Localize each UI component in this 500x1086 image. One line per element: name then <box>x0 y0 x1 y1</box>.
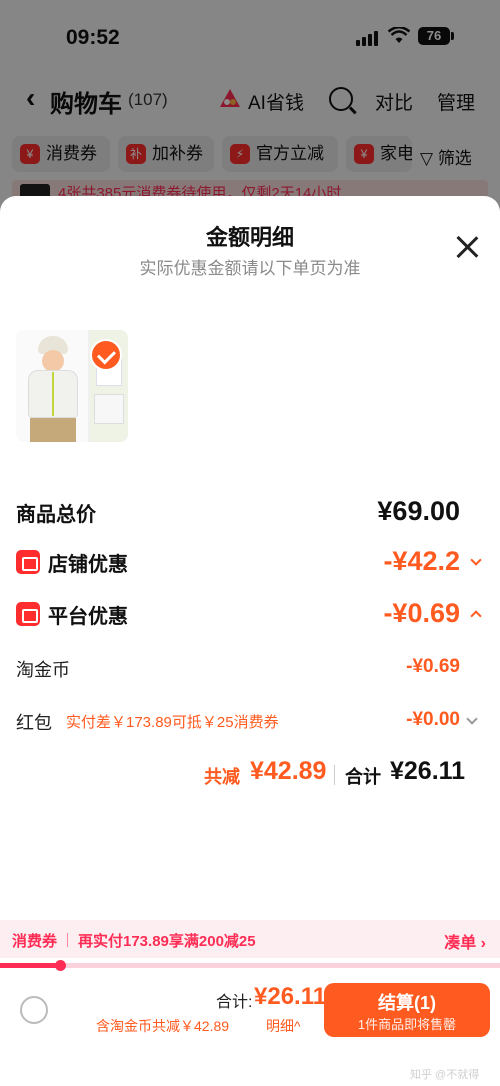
bottom-total-label: 合计: <box>216 994 253 1011</box>
shop-discount-label: 店铺优惠 <box>48 554 128 576</box>
checkout-label: 结算(1) <box>378 993 436 1013</box>
saved-label: 共减 <box>204 767 240 787</box>
coupon-text: 再实付173.89享满200减25 <box>78 933 256 950</box>
total-value: ¥26.11 <box>390 757 466 785</box>
chevron-down-icon <box>470 554 482 566</box>
selected-check-icon[interactable] <box>90 339 122 371</box>
watermark: 知乎 @不就得 <box>410 1069 480 1081</box>
bottom-saved-text: 含淘金币共减￥42.89 <box>96 1018 230 1034</box>
product-photo <box>16 330 88 442</box>
shop-discount-row[interactable]: 店铺优惠 -¥42.2 <box>16 546 484 580</box>
coins-label: 淘金币 <box>16 660 70 680</box>
chevron-down-icon <box>466 713 478 725</box>
saved-value: ¥42.89 <box>250 757 327 785</box>
shop-icon <box>16 550 40 574</box>
coupon-progress-track <box>0 960 500 971</box>
sheet-subtitle: 实际优惠金额请以下单页为准 <box>139 259 361 278</box>
red-packet-label: 红包 <box>16 713 52 733</box>
total-label: 合计 <box>345 767 381 787</box>
platform-discount-value: -¥0.69 <box>383 598 460 628</box>
divider <box>334 765 335 785</box>
coupon-tag: 消费券 <box>12 933 58 950</box>
coupon-progress-fill <box>0 963 60 968</box>
platform-icon <box>16 602 40 626</box>
red-packet-value: -¥0.00 <box>406 709 460 730</box>
add-items-link[interactable]: 凑单 › <box>444 929 486 953</box>
detail-toggle-link[interactable]: 明细^ <box>266 1016 301 1036</box>
checkout-button[interactable]: 结算(1) 1件商品即将售罄 <box>324 983 490 1037</box>
shop-discount-value: -¥42.2 <box>383 546 460 576</box>
platform-discount-label: 平台优惠 <box>48 606 128 628</box>
coins-row: 淘金币 -¥0.69 <box>16 654 484 684</box>
red-packet-note: 实付差￥173.89可抵￥25消费券 <box>66 714 279 731</box>
coupon-progress-bar[interactable]: 消费券 再实付173.89享满200减25 凑单 › <box>0 920 500 958</box>
sheet-title: 金额明细 <box>205 225 294 250</box>
goods-total-row: 商品总价 ¥69.00 <box>16 496 484 530</box>
goods-total-value: ¥69.00 <box>377 496 460 526</box>
coins-value: -¥0.69 <box>406 656 460 677</box>
checkout-sub-label: 1件商品即将售罄 <box>357 1017 457 1032</box>
amount-detail-sheet: 金额明细 实际优惠金额请以下单页为准 商品总价 ¥69.00 店铺优惠 -¥42… <box>0 196 500 1086</box>
coupon-progress-knob <box>55 960 66 971</box>
platform-discount-row[interactable]: 平台优惠 -¥0.69 <box>16 598 484 632</box>
bottom-total-value: ¥26.11 <box>254 983 327 1010</box>
chevron-up-icon <box>470 610 482 622</box>
goods-total-label: 商品总价 <box>16 504 96 526</box>
red-packet-row[interactable]: 红包 实付差￥173.89可抵￥25消费券 -¥0.00 <box>16 707 484 737</box>
close-icon[interactable] <box>456 236 478 258</box>
divider <box>67 933 68 947</box>
summary-line: 共减 ¥42.89 合计 ¥26.11 <box>0 757 465 791</box>
select-all-checkbox[interactable] <box>20 996 48 1024</box>
